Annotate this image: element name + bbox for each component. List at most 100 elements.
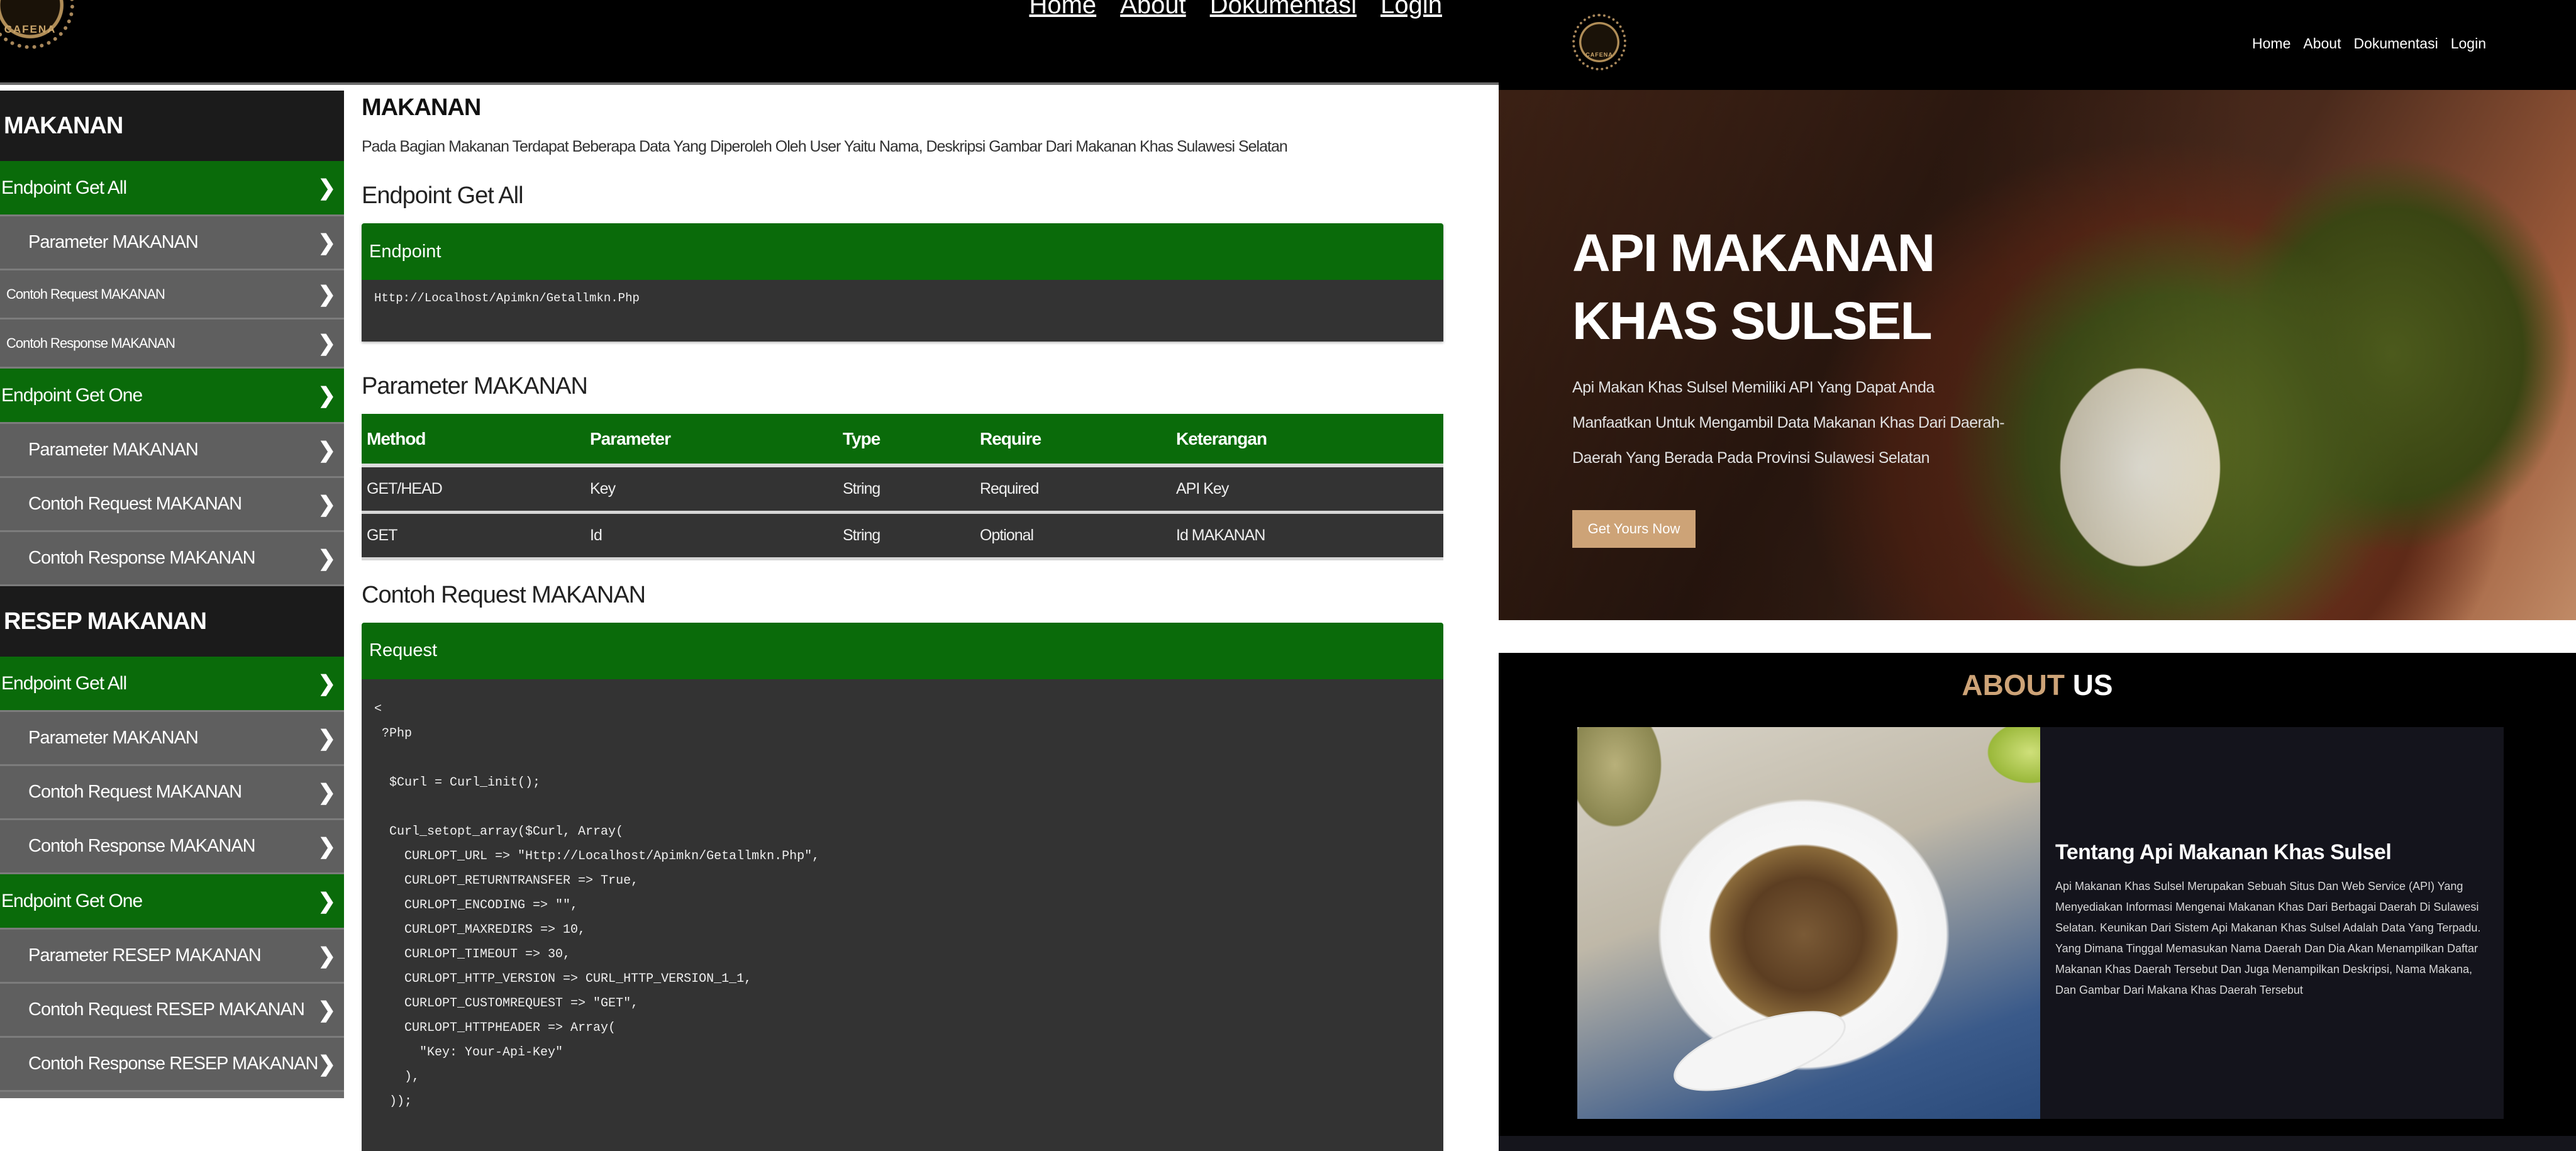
- col-require: Require: [975, 414, 1171, 467]
- sidebar-item-label: Parameter MAKANAN: [28, 728, 199, 748]
- docs-page: CAFENA Home About Dokumentasi Login MAKA…: [0, 0, 1499, 1151]
- cell-keterangan: Id MAKANAN: [1171, 512, 1443, 560]
- code-line: $Curl = Curl_init();: [374, 775, 541, 790]
- sidebar-item[interactable]: Contoh Response MAKANAN ❯: [0, 532, 344, 586]
- landing-nav-links: Home About Dokumentasi Login: [2252, 35, 2486, 52]
- sidebar-item-label: Contoh Response MAKANAN: [28, 836, 256, 856]
- about-title: ABOUT US: [1499, 668, 2576, 702]
- request-panel: Request < ?Php $Curl = Curl_init(); Curl…: [362, 622, 1443, 1151]
- sidebar-item[interactable]: Endpoint Get One ❯: [0, 874, 344, 930]
- sidebar-item-label: Contoh Request MAKANAN: [28, 494, 242, 514]
- code-line: Curl_setopt_array($Curl, Array(: [374, 824, 624, 839]
- spoon-shape: [1667, 996, 1853, 1106]
- request-code-block[interactable]: < ?Php $Curl = Curl_init(); Curl_setopt_…: [362, 679, 1443, 1151]
- col-type: Type: [838, 414, 975, 467]
- nav-dokumentasi-link[interactable]: Dokumentasi: [1210, 0, 1357, 19]
- about-title-rest: US: [2072, 669, 2113, 701]
- cell-type: String: [838, 512, 975, 560]
- sidebar-item[interactable]: Contoh Request RESEP MAKANAN ❯: [0, 984, 344, 1038]
- chevron-right-icon: ❯: [318, 726, 336, 750]
- nav-about-link[interactable]: About: [1120, 0, 1186, 19]
- about-body: Api Makanan Khas Sulsel Merupakan Sebuah…: [2055, 880, 2481, 996]
- sidebar-section-heading: RESEP MAKANAN: [0, 586, 344, 657]
- endpoint-section-title: Endpoint Get All: [362, 182, 524, 209]
- docs-nav-links: Home About Dokumentasi Login: [1029, 0, 1442, 19]
- chevron-right-icon: ❯: [318, 492, 336, 516]
- endpoint-url[interactable]: Http://Localhost/Apimkn/Getallmkn.Php: [362, 280, 1443, 342]
- chevron-right-icon: ❯: [318, 331, 336, 355]
- cafena-logo-icon[interactable]: CAFENA: [1572, 14, 1626, 70]
- sidebar-item[interactable]: Parameter MAKANAN ❯: [0, 216, 344, 270]
- sidebar-item[interactable]: Endpoint Get One ❯: [0, 369, 344, 424]
- nav-home-link[interactable]: Home: [2252, 35, 2290, 52]
- code-line: "Key: Your-Api-Key": [374, 1045, 564, 1060]
- sidebar-item-label: Endpoint Get One: [1, 890, 143, 911]
- sidebar-item[interactable]: Contoh Request MAKANAN ❯: [0, 478, 344, 532]
- section-divider: [1499, 620, 2576, 653]
- landing-navbar: CAFENA Home About Dokumentasi Login: [1499, 0, 2576, 90]
- sidebar-item[interactable]: Contoh Response MAKANAN ❯: [0, 320, 344, 369]
- sidebar-item[interactable]: Endpoint Get All ❯: [0, 161, 344, 216]
- cell-method: GET/HEAD: [362, 465, 585, 514]
- code-line: CURLOPT_CUSTOMREQUEST => "GET",: [374, 996, 639, 1011]
- sidebar-item-label: Parameter RESEP MAKANAN: [28, 945, 262, 965]
- sidebar-item-label: Contoh Response MAKANAN: [6, 335, 175, 351]
- code-line: CURLOPT_ENCODING => "",: [374, 898, 579, 913]
- sidebar-item[interactable]: Parameter MAKANAN ❯: [0, 424, 344, 478]
- sidebar-item-label: Contoh Response MAKANAN: [28, 548, 256, 568]
- hero-title: API MAKANAN KHAS SULSEL: [1572, 223, 1935, 350]
- sidebar-item-label: Endpoint Get One: [1, 384, 143, 406]
- sidebar-item-label: Contoh Request RESEP MAKANAN: [28, 999, 305, 1020]
- sidebar-item[interactable]: Endpoint Get All ❯: [0, 657, 344, 712]
- request-code: < ?Php $Curl = Curl_init(); Curl_setopt_…: [362, 679, 1443, 1132]
- endpoint-panel: Endpoint Http://Localhost/Apimkn/Getallm…: [362, 223, 1443, 342]
- sidebar-item[interactable]: Contoh Request MAKANAN ❯: [0, 766, 344, 820]
- sidebar-item[interactable]: Contoh Response MAKANAN ❯: [0, 820, 344, 874]
- request-section-title: Contoh Request MAKANAN: [362, 581, 646, 608]
- sidebar-item-label: Parameter MAKANAN: [28, 232, 199, 252]
- sidebar-item-label: Contoh Request MAKANAN: [6, 286, 165, 302]
- table-row: GET Id String Optional Id MAKANAN: [362, 512, 1443, 560]
- sidebar-item-label: Endpoint Get All: [1, 177, 127, 198]
- cell-require: Required: [975, 465, 1171, 514]
- table-row: GET/HEAD Key String Required API Key: [362, 465, 1443, 514]
- col-parameter: Parameter: [585, 414, 838, 467]
- request-panel-header: Request: [362, 622, 1443, 679]
- chevron-right-icon: ❯: [318, 998, 336, 1022]
- nav-login-link[interactable]: Login: [2451, 35, 2486, 52]
- endpoint-panel-header: Endpoint: [362, 223, 1443, 280]
- sidebar-item-label: Endpoint Get All: [1, 672, 127, 694]
- sidebar-item[interactable]: Contoh Request MAKANAN ❯: [0, 270, 344, 320]
- sidebar-item[interactable]: Parameter RESEP MAKANAN ❯: [0, 930, 344, 984]
- sidebar-item-label: MAKANAN: [4, 112, 123, 139]
- code-line: ),: [374, 1069, 420, 1084]
- sidebar-item[interactable]: Contoh Response RESEP MAKANAN ❯: [0, 1038, 344, 1092]
- chevron-right-icon: ❯: [318, 230, 336, 255]
- code-line: <: [374, 701, 382, 716]
- sidebar-section-heading: MAKANAN: [0, 91, 344, 161]
- hero-section: API MAKANAN KHAS SULSEL Api Makan Khas S…: [1499, 90, 2576, 620]
- sidebar-item[interactable]: Parameter MAKANAN ❯: [0, 712, 344, 766]
- cafena-logo-icon[interactable]: CAFENA: [0, 0, 74, 49]
- cell-method: GET: [362, 512, 585, 560]
- code-line: CURLOPT_MAXREDIRS => 10,: [374, 922, 586, 937]
- nav-home-link[interactable]: Home: [1029, 0, 1096, 19]
- sidebar-item-label: RESEP MAKANAN: [4, 608, 207, 635]
- nav-about-link[interactable]: About: [2303, 35, 2341, 52]
- get-yours-now-button[interactable]: Get Yours Now: [1572, 510, 1696, 548]
- cell-parameter: Key: [585, 465, 838, 514]
- docs-navbar: CAFENA Home About Dokumentasi Login: [0, 0, 1499, 85]
- cell-parameter: Id: [585, 512, 838, 560]
- parameter-section-title: Parameter MAKANAN: [362, 373, 588, 399]
- code-line: CURLOPT_RETURNTRANSFER => True,: [374, 873, 639, 888]
- nav-login-link[interactable]: Login: [1380, 0, 1442, 19]
- soup-image: [1577, 727, 2040, 1119]
- nav-dokumentasi-link[interactable]: Dokumentasi: [2353, 35, 2438, 52]
- chevron-right-icon: ❯: [318, 282, 336, 306]
- chevron-right-icon: ❯: [318, 943, 336, 968]
- page-title: MAKANAN: [362, 94, 481, 121]
- chevron-right-icon: ❯: [318, 889, 336, 913]
- about-section: ABOUT US Tentang Api Makanan Khas Sulsel…: [1499, 653, 2576, 1151]
